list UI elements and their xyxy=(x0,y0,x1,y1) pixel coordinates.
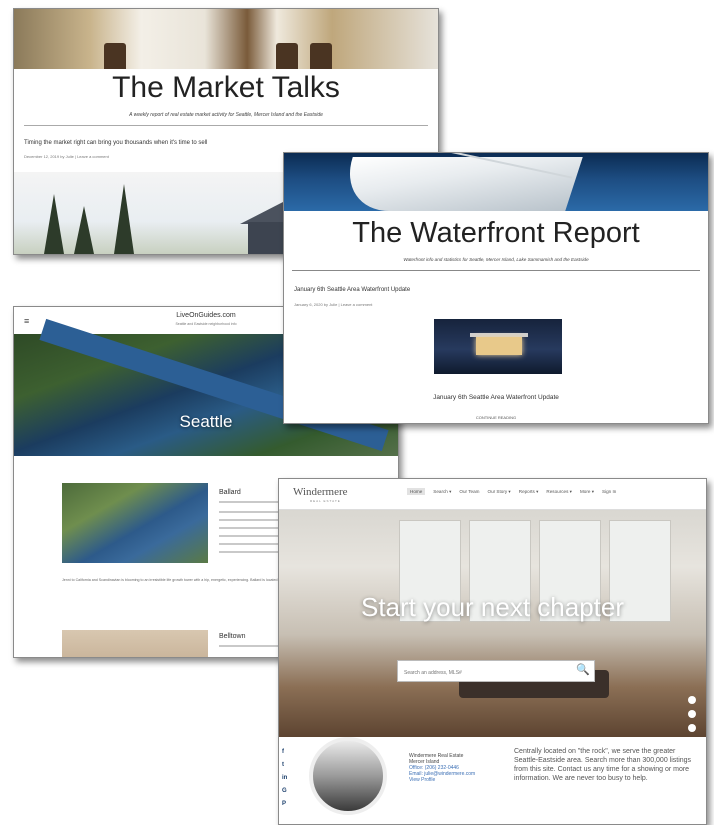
nav-our-story[interactable]: Our Story ▾ xyxy=(488,489,511,495)
nav-more[interactable]: More ▾ xyxy=(580,489,594,495)
waterfront-house-photo[interactable] xyxy=(434,319,562,374)
nav-links: Home Search ▾ Our Team Our Story ▾ Repor… xyxy=(407,488,616,495)
lit-window-shape xyxy=(476,337,522,355)
top-nav: Windermere REAL ESTATE Home Search ▾ Our… xyxy=(279,479,706,510)
agent-profile-link[interactable]: View Profile xyxy=(409,777,481,783)
property-search-box: 🔍 xyxy=(397,660,595,683)
logo-subtext: REAL ESTATE xyxy=(310,499,341,503)
facebook-icon[interactable]: f xyxy=(282,749,287,755)
yacht-hero-image xyxy=(284,153,708,211)
living-room-hero-image: Start your next chapter 🔍 xyxy=(279,510,706,737)
neighborhood-title[interactable]: Ballard xyxy=(219,489,241,496)
post-title-link[interactable]: Timing the market right can bring you th… xyxy=(24,140,207,146)
nav-our-team[interactable]: Our Team xyxy=(459,489,479,495)
post-meta: December 12, 2019 by Julie | Leave a com… xyxy=(24,154,109,159)
blog-subtitle: A weekly report of real estate market ac… xyxy=(129,112,323,118)
search-icon[interactable]: 🔍 xyxy=(576,663,590,676)
chair-shape xyxy=(104,43,126,69)
windermere-screenshot: Windermere REAL ESTATE Home Search ▾ Our… xyxy=(278,478,707,825)
continue-reading-link[interactable]: CONTINUE READING xyxy=(284,415,708,420)
photo-caption: January 6th Seattle Area Waterfront Upda… xyxy=(433,394,559,401)
nav-home[interactable]: Home xyxy=(407,488,426,495)
divider xyxy=(24,125,428,126)
office-photo-avatar xyxy=(309,737,387,815)
carousel-dot[interactable] xyxy=(688,724,696,732)
carousel-dots xyxy=(688,696,696,732)
carousel-dot[interactable] xyxy=(688,710,696,718)
agent-info: Windermere Real Estate Mercer Island Off… xyxy=(409,753,481,783)
ballard-photo[interactable] xyxy=(62,483,208,563)
nav-search[interactable]: Search ▾ xyxy=(433,489,451,495)
google-icon[interactable]: G xyxy=(282,788,287,794)
blog-title: The Market Talks xyxy=(112,71,340,104)
kitchen-hero-image xyxy=(14,9,438,69)
hero-tagline: Start your next chapter xyxy=(360,592,625,622)
social-icons: f t in G P xyxy=(282,749,287,807)
tree-shape xyxy=(44,194,64,254)
blog-title: The Waterfront Report xyxy=(352,217,640,249)
nav-resources[interactable]: Resources ▾ xyxy=(546,489,572,495)
carousel-dot[interactable] xyxy=(688,696,696,704)
nav-reports[interactable]: Reports ▾ xyxy=(519,489,539,495)
tree-shape xyxy=(74,206,94,254)
chair-shape xyxy=(276,43,298,69)
nav-sign-in[interactable]: Sign In xyxy=(602,489,616,495)
pinterest-icon[interactable]: P xyxy=(282,801,287,807)
tree-shape xyxy=(114,184,134,254)
chair-shape xyxy=(310,43,332,69)
neighborhood-title[interactable]: Belltown xyxy=(219,633,245,640)
office-description: Centrally located on "the rock", we serv… xyxy=(514,748,692,782)
post-meta: January 6, 2020 by Julie | Leave a comme… xyxy=(294,302,373,307)
belltown-photo[interactable] xyxy=(62,630,208,657)
linkedin-icon[interactable]: in xyxy=(282,775,287,781)
yacht-hull-shape xyxy=(335,157,583,211)
windermere-logo[interactable]: Windermere xyxy=(293,486,348,498)
waterfront-report-screenshot: The Waterfront Report Waterfront info an… xyxy=(283,152,709,424)
twitter-icon[interactable]: t xyxy=(282,762,287,768)
search-input[interactable] xyxy=(402,663,576,683)
divider xyxy=(292,270,700,271)
blog-subtitle: Waterfront info and statistics for Seatt… xyxy=(403,257,589,262)
post-title-link[interactable]: January 6th Seattle Area Waterfront Upda… xyxy=(294,287,410,293)
